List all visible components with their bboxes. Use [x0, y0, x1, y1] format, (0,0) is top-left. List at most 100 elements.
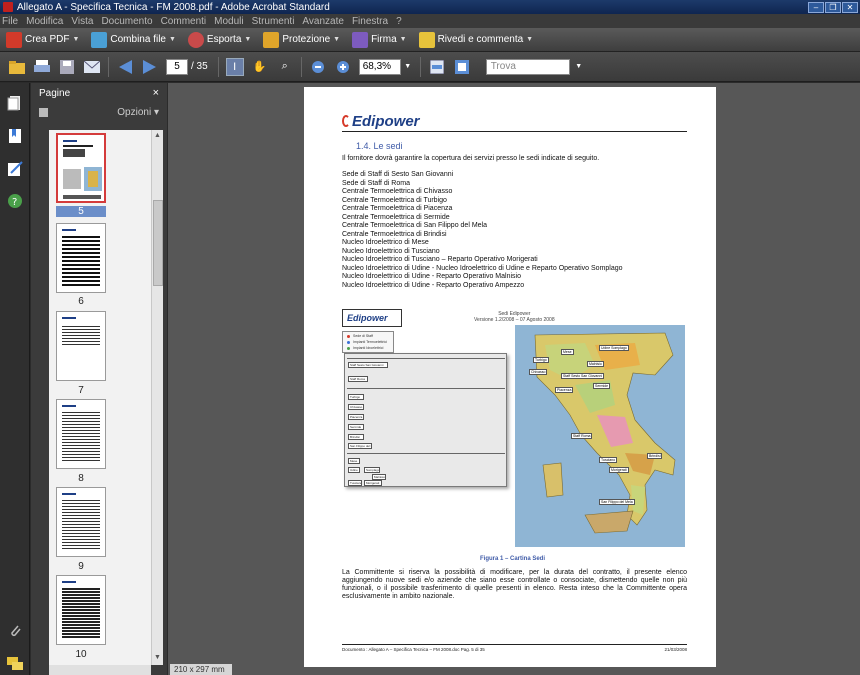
menu-modifica[interactable]: Modifica	[26, 16, 63, 27]
task-toolbar: Crea PDF ▼ Combina file ▼ Esporta ▼ Protezi…	[0, 28, 860, 52]
rivedi-commenta-button[interactable]: Rivedi e commenta ▼	[418, 31, 534, 48]
list-item: Sede di Staff di Sesto San Giovanni	[342, 171, 454, 178]
zoom-dropdown-icon[interactable]: ▼	[403, 58, 413, 76]
pages-panel-header: Pagine ×	[31, 83, 167, 103]
comments-icon[interactable]	[7, 657, 23, 673]
find-dropdown-icon[interactable]: ▼	[574, 58, 584, 76]
trash-icon[interactable]	[39, 107, 48, 117]
menu-moduli[interactable]: Moduli	[214, 16, 243, 27]
menu-file[interactable]: File	[2, 16, 18, 27]
thumbnails-horizontal-scrollbar[interactable]	[49, 665, 151, 675]
page-thumbnail-label: 10	[75, 649, 87, 660]
zoom-level-input[interactable]: 68,3%	[358, 58, 401, 75]
page-footer: Documento : Allegato A – Specifica Tecni…	[342, 647, 687, 652]
esporta-button[interactable]: Esporta ▼	[187, 31, 251, 48]
minimize-icon[interactable]: –	[808, 1, 824, 13]
combine-files-icon	[91, 31, 108, 48]
figure-legend: Sede di Staff Impianti Termoelettrici Im…	[342, 331, 394, 353]
italy-map: Udine Somplago Mese Malnisio Chivasso Tu…	[515, 325, 685, 547]
menu-vista[interactable]: Vista	[71, 16, 93, 27]
find-input[interactable]: Trova	[485, 58, 570, 75]
next-page-icon[interactable]	[141, 58, 159, 76]
map-label: Staff Roma	[571, 433, 593, 439]
toolbar-divider	[419, 56, 421, 77]
options-menu[interactable]: Opzioni ▾	[117, 107, 159, 118]
map-label: Brindisi	[647, 453, 663, 459]
signatures-icon[interactable]	[7, 161, 23, 177]
crea-pdf-label: Crea PDF	[25, 34, 70, 45]
comment-icon	[418, 31, 435, 48]
zoom-out-icon[interactable]	[309, 58, 327, 76]
navigation-panel-strip: ?	[0, 83, 30, 675]
combina-file-label: Combina file	[110, 34, 166, 45]
previous-page-icon[interactable]	[116, 58, 134, 76]
org-box: Morigerati	[364, 480, 382, 486]
maximize-icon[interactable]: ❐	[825, 1, 841, 13]
menu-finestra[interactable]: Finestra	[352, 16, 388, 27]
page-thumbnails: 5 6 7 8 9 10	[49, 130, 159, 665]
close-icon[interactable]: ✕	[842, 1, 858, 13]
save-icon[interactable]	[58, 58, 76, 76]
attachments-icon[interactable]	[7, 623, 23, 639]
menu-strumenti[interactable]: Strumenti	[252, 16, 295, 27]
page-thumbnail[interactable]	[56, 575, 106, 645]
sites-list: Sede di Staff di Sesto San Giovanni Sede…	[342, 171, 623, 290]
figure-title-line-2: Versione 1.2/2008 – 07 Agosto 2008	[474, 317, 555, 323]
scrollbar-thumb[interactable]	[153, 200, 163, 286]
list-item: Nucleo Idroelettrico di Tusciano – Repar…	[342, 256, 538, 263]
firma-button[interactable]: Firma ▼	[352, 31, 407, 48]
list-item: Centrale Termoelettrica di Sermide	[342, 213, 450, 221]
map-label: Morigerati	[609, 467, 629, 473]
select-tool-icon[interactable]: I	[225, 57, 244, 76]
pdf-page: Edipower 1.4. Le sedi Il fornitore dovrà…	[304, 87, 716, 667]
thumbnails-scrollbar[interactable]: ▲ ▼	[151, 130, 163, 665]
map-label: San Filippo del Mela	[599, 499, 635, 505]
protezione-label: Protezione	[282, 34, 331, 45]
protezione-button[interactable]: Protezione ▼	[263, 31, 340, 48]
chevron-down-icon: ▼	[168, 36, 176, 43]
chevron-down-icon: ▼	[526, 36, 534, 43]
page-thumbnail[interactable]	[56, 223, 106, 293]
close-panel-icon[interactable]: ×	[153, 87, 159, 99]
page-thumbnail-label: 7	[78, 385, 84, 396]
open-folder-icon[interactable]	[8, 58, 26, 76]
menu-documento[interactable]: Documento	[101, 16, 152, 27]
page-number-input[interactable]: 5	[166, 58, 188, 75]
page-thumbnail[interactable]	[56, 399, 106, 469]
bookmarks-icon[interactable]	[7, 128, 23, 144]
hand-tool-icon[interactable]: ✋	[251, 58, 269, 76]
email-icon[interactable]	[83, 58, 101, 76]
menu-help[interactable]: ?	[396, 16, 402, 27]
legend-item: Sede di Staff	[353, 334, 373, 338]
list-item: Nucleo Idroelettrico di Tusciano	[342, 247, 440, 255]
org-box: Piacenza	[348, 414, 364, 420]
menu-avanzate[interactable]: Avanzate	[302, 16, 344, 27]
document-viewer[interactable]: Edipower 1.4. Le sedi Il fornitore dovrà…	[168, 83, 860, 675]
page-thumbnail[interactable]	[56, 311, 106, 381]
scroll-down-icon[interactable]: ▼	[154, 654, 161, 661]
combina-file-button[interactable]: Combina file ▼	[91, 31, 176, 48]
help-icon[interactable]: ?	[7, 193, 23, 209]
firma-label: Firma	[371, 34, 397, 45]
rivedi-commenta-label: Rivedi e commenta	[437, 34, 524, 45]
pages-panel-icon[interactable]	[7, 95, 23, 111]
pages-panel-title: Pagine	[39, 87, 71, 99]
page-thumbnail-label: 8	[78, 473, 84, 484]
page-thumbnail[interactable]	[56, 487, 106, 557]
figure-logo: Edipower	[342, 309, 402, 327]
crea-pdf-button[interactable]: Crea PDF ▼	[6, 31, 79, 48]
marquee-zoom-icon[interactable]: ⌕	[276, 58, 294, 76]
zoom-in-icon[interactable]	[334, 58, 352, 76]
window-controls: – ❐ ✕	[808, 1, 858, 13]
full-screen-icon[interactable]	[453, 58, 471, 76]
section-heading: 1.4. Le sedi	[356, 141, 403, 151]
menu-commenti[interactable]: Commenti	[161, 16, 207, 27]
fit-page-icon[interactable]	[428, 58, 446, 76]
page-thumbnail[interactable]	[56, 133, 106, 203]
print-icon[interactable]	[33, 58, 51, 76]
body-paragraph: La Committente si riserva la possibilità…	[342, 569, 687, 600]
esporta-label: Esporta	[206, 34, 242, 45]
scroll-up-icon[interactable]: ▲	[154, 132, 161, 139]
menu-bar: File Modifica Vista Documento Commenti M…	[0, 14, 860, 28]
map-label: Turbigo	[533, 357, 549, 363]
